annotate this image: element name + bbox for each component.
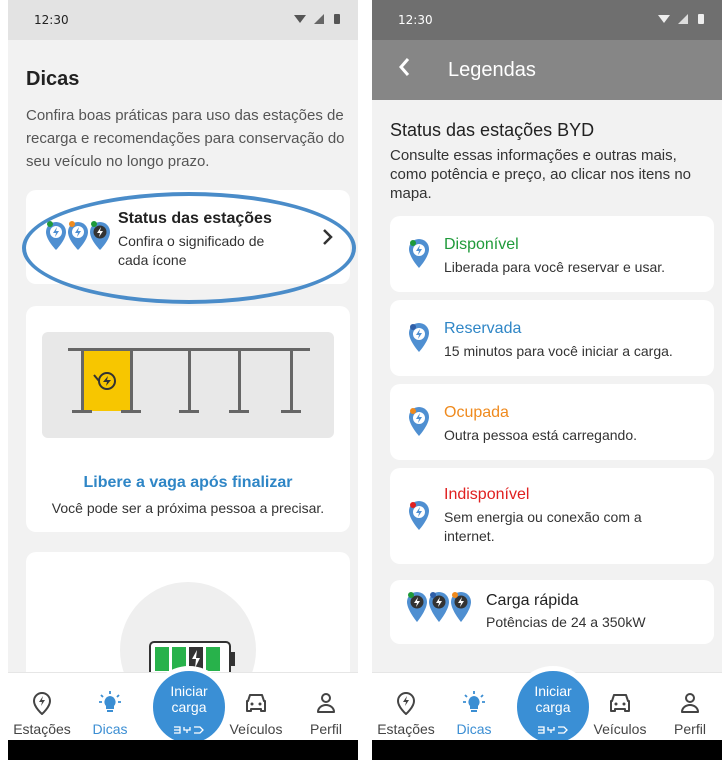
start-charge-button[interactable]: Iniciar carga (148, 666, 230, 748)
legendas-screen: 12:30 Legendas Status das estações BYD C… (372, 0, 722, 760)
legend-reservada: Reservada 15 minutos para você iniciar a… (390, 300, 714, 376)
start-charge-button[interactable]: Iniciar carga (512, 666, 594, 748)
nav-label: Perfil (674, 721, 706, 737)
legend-fast-charge: Carga rápida Potências de 24 a 350kW (390, 580, 714, 644)
pin-available-icon (408, 238, 430, 275)
legend-label: Indisponível (444, 486, 530, 503)
byd-logo (173, 721, 205, 739)
legend-description: Consulte essas informações e outras mais… (390, 147, 692, 202)
parking-tip-card: Libere a vaga após finalizar Você pode s… (26, 306, 350, 532)
nav-veiculos[interactable]: Veículos (226, 673, 286, 741)
nav-dicas[interactable]: Dicas (444, 673, 504, 741)
battery-status-icon (698, 14, 704, 24)
fast-charge-pins-icon (406, 590, 472, 631)
start-charge-label: Iniciar carga (534, 683, 572, 715)
nav-estacoes[interactable]: Estações (376, 673, 436, 741)
status-time: 12:30 (34, 13, 69, 27)
fast-charge-label: Carga rápida (486, 592, 579, 609)
signal-icon (678, 14, 688, 24)
appbar-title: Legendas (448, 59, 536, 81)
nav-perfil[interactable]: Perfil (296, 673, 356, 741)
map-pin-icon (30, 691, 54, 720)
status-bar: 12:30 (8, 0, 358, 40)
legend-indisponivel: Indisponível Sem energia ou conexão com … (390, 468, 714, 564)
legend-title: Status das estações BYD (390, 120, 595, 140)
signal-icon (314, 14, 324, 24)
parking-tip-subtitle: Você pode ser a próxima pessoa a precisa… (51, 500, 325, 516)
legend-label: Reservada (444, 320, 522, 337)
nav-label: Veículos (229, 721, 283, 737)
page-description: Confira boas práticas para uso das estaç… (26, 107, 345, 170)
pin-occupied-icon (408, 406, 430, 443)
car-icon (244, 691, 268, 720)
legend-ocupada: Ocupada Outra pessoa está carregando. (390, 384, 714, 460)
station-pins-icon (46, 220, 112, 259)
parking-tip-title: Libere a vaga após finalizar (83, 474, 293, 491)
car-icon (608, 691, 632, 720)
pin-unavailable-icon (408, 500, 430, 537)
page-title: Dicas (26, 68, 80, 90)
fast-charge-text: Potências de 24 a 350kW (486, 614, 646, 630)
nav-label: Estações (377, 721, 435, 737)
nav-veiculos[interactable]: Veículos (590, 673, 650, 741)
battery-tip-card (26, 552, 350, 718)
nav-estacoes[interactable]: Estações (12, 673, 72, 741)
legend-text: 15 minutos para você iniciar a carga. (444, 343, 673, 359)
nav-label: Veículos (593, 721, 647, 737)
person-icon (678, 691, 702, 720)
status-icons (656, 12, 708, 29)
app-bar: Legendas (372, 40, 722, 100)
lightbulb-icon (462, 691, 486, 720)
status-stations-card[interactable]: Status das estações Confira o significad… (26, 190, 350, 284)
back-arrow-icon[interactable] (398, 56, 412, 83)
system-nav-bar (372, 740, 722, 760)
nav-label: Dicas (92, 721, 128, 737)
legend-disponivel: Disponível Liberada para você reservar e… (390, 216, 714, 292)
system-nav-bar (8, 740, 358, 760)
legend-text: Liberada para você reservar e usar. (444, 259, 666, 275)
nav-perfil[interactable]: Perfil (660, 673, 720, 741)
status-bar: 12:30 (372, 0, 722, 40)
parking-illustration (42, 332, 334, 438)
nav-dicas[interactable]: Dicas (80, 673, 140, 741)
wifi-icon (294, 15, 306, 23)
lightbulb-icon (98, 691, 122, 720)
start-charge-label: Iniciar carga (170, 683, 208, 715)
legend-text: Sem energia ou conexão com a internet. (444, 509, 642, 544)
status-time: 12:30 (398, 13, 433, 27)
dicas-screen: 12:30 Dicas Confira boas práticas para u… (8, 0, 358, 760)
wifi-icon (658, 15, 670, 23)
nav-label: Perfil (310, 721, 342, 737)
nav-label: Estações (13, 721, 71, 737)
map-pin-icon (394, 691, 418, 720)
status-icons (292, 12, 344, 29)
status-card-subtitle: Confira o significado de cada ícone (118, 233, 265, 268)
person-icon (314, 691, 338, 720)
byd-logo (537, 721, 569, 739)
legend-label: Disponível (444, 236, 519, 253)
chevron-right-icon (322, 228, 334, 251)
status-card-title: Status das estações (118, 210, 272, 227)
legend-text: Outra pessoa está carregando. (444, 427, 638, 443)
legend-label: Ocupada (444, 404, 509, 421)
pin-reserved-icon (408, 322, 430, 359)
nav-label: Dicas (456, 721, 492, 737)
battery-status-icon (334, 14, 340, 24)
